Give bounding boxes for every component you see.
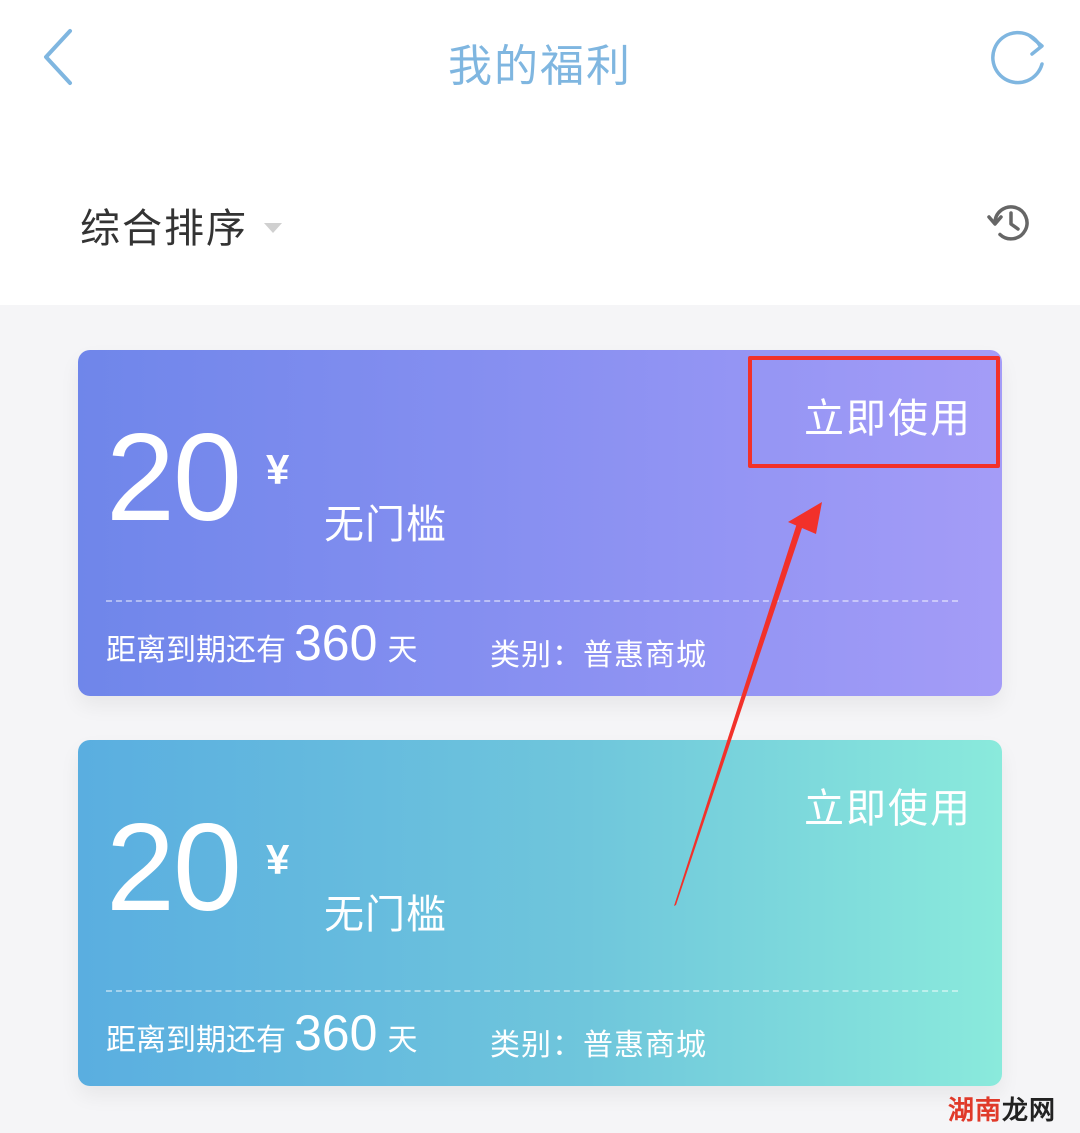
annotation-arrow — [674, 502, 822, 906]
watermark-logo: 湖南龙网 — [948, 1090, 1056, 1127]
watermark-text-a: 湖南 — [948, 1096, 1003, 1126]
watermark-text-b: 龙网 — [1002, 1096, 1057, 1126]
page: 我的福利 综合排序 立即使用 20 ¥ 无门槛 距离到期还有 360 天 类别：… — [0, 0, 1080, 1133]
